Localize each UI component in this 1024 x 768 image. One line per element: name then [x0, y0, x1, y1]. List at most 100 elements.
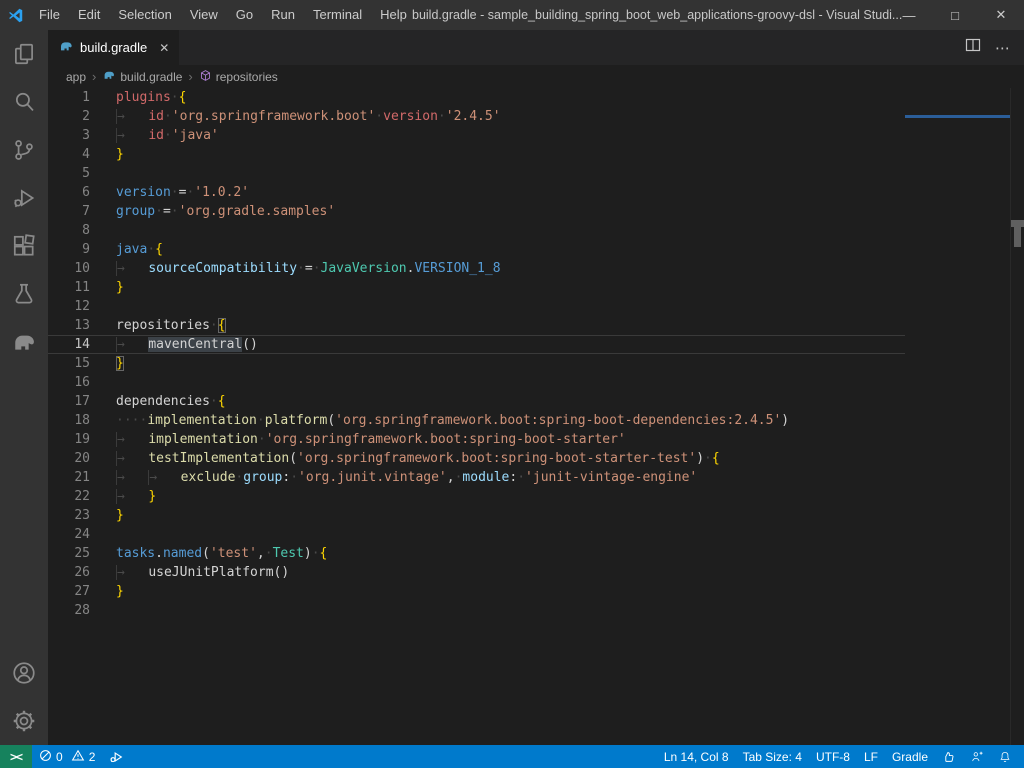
line-number: 22 [48, 487, 90, 506]
code-line[interactable]: 20→ testImplementation('org.springframew… [48, 449, 905, 468]
code-line[interactable]: 5 [48, 164, 905, 183]
problems-indicator[interactable]: 0 2 [32, 745, 102, 768]
code-line[interactable]: 2→ id·'org.springframework.boot'·version… [48, 107, 905, 126]
close-button[interactable]: ✕ [978, 0, 1024, 30]
code-editor[interactable]: 1plugins·{2→ id·'org.springframework.boo… [48, 88, 1024, 745]
split-editor-icon[interactable] [965, 37, 981, 58]
line-number: 21 [48, 468, 90, 487]
indentation-setting[interactable]: Tab Size: 4 [736, 745, 809, 768]
menu-file[interactable]: File [30, 0, 69, 30]
tab-bar: build.gradle ✕ ⋯ [48, 30, 1024, 65]
chevron-right-icon: › [92, 69, 96, 84]
explorer-icon[interactable] [0, 30, 48, 78]
run-and-debug-icon[interactable] [0, 174, 48, 222]
maximize-button[interactable]: □ [932, 0, 978, 30]
language-mode[interactable]: Gradle [885, 745, 935, 768]
remote-indicator[interactable]: >< [0, 745, 32, 768]
code-line[interactable]: 26→ useJUnitPlatform() [48, 563, 905, 582]
line-number: 12 [48, 297, 90, 316]
debug-task-icon[interactable] [102, 745, 131, 768]
code-text: → id·'org.springframework.boot'·version·… [90, 107, 501, 126]
menu-terminal[interactable]: Terminal [304, 0, 371, 30]
line-number: 24 [48, 525, 90, 544]
activity-bar [0, 30, 48, 745]
code-line[interactable]: 27} [48, 582, 905, 601]
code-text: dependencies·{ [90, 392, 226, 411]
code-line[interactable]: 22→ } [48, 487, 905, 506]
code-line[interactable]: 3→ id·'java' [48, 126, 905, 145]
minimize-button[interactable]: — [886, 0, 932, 30]
encoding-setting[interactable]: UTF-8 [809, 745, 857, 768]
menu-edit[interactable]: Edit [69, 0, 109, 30]
overview-ruler[interactable] [1010, 88, 1024, 745]
gradle-icon[interactable] [0, 318, 48, 366]
code-text [90, 373, 116, 392]
code-line[interactable]: 11} [48, 278, 905, 297]
line-number: 15 [48, 354, 90, 373]
code-line[interactable]: 12 [48, 297, 905, 316]
breadcrumb: app › build.gradle › repositories [48, 65, 1024, 88]
breadcrumb-build-gradle[interactable]: build.gradle [102, 68, 182, 85]
feedback-person-icon[interactable] [963, 745, 991, 768]
accounts-icon[interactable] [0, 649, 48, 697]
symbol-cube-icon [199, 69, 212, 85]
line-number: 5 [48, 164, 90, 183]
thumbs-up-icon[interactable] [935, 745, 963, 768]
line-number: 20 [48, 449, 90, 468]
testing-icon[interactable] [0, 270, 48, 318]
code-line[interactable]: 25tasks.named('test',·Test)·{ [48, 544, 905, 563]
code-line[interactable]: 28 [48, 601, 905, 620]
warning-triangle-icon [71, 749, 85, 765]
menu-selection[interactable]: Selection [109, 0, 180, 30]
code-text [90, 601, 116, 620]
code-line[interactable]: 9java·{ [48, 240, 905, 259]
code-line[interactable]: 8 [48, 221, 905, 240]
error-count: 0 [56, 750, 63, 764]
more-actions-icon[interactable]: ⋯ [995, 39, 1010, 57]
extensions-icon[interactable] [0, 222, 48, 270]
code-line[interactable]: 23} [48, 506, 905, 525]
code-line[interactable]: 19→ implementation·'org.springframework.… [48, 430, 905, 449]
code-line[interactable]: 14→ mavenCentral() [48, 335, 905, 354]
line-number: 10 [48, 259, 90, 278]
code-line[interactable]: 1plugins·{ [48, 88, 905, 107]
window-title: build.gradle - sample_building_spring_bo… [412, 0, 902, 30]
line-number: 23 [48, 506, 90, 525]
tab-close-icon[interactable]: ✕ [159, 41, 169, 55]
code-line[interactable]: 6version·=·'1.0.2' [48, 183, 905, 202]
breadcrumb-repositories[interactable]: repositories [199, 69, 278, 85]
code-line[interactable]: 15} [48, 354, 905, 373]
cursor-position[interactable]: Ln 14, Col 8 [657, 745, 736, 768]
code-text: group·=·'org.gradle.samples' [90, 202, 335, 221]
source-control-icon[interactable] [0, 126, 48, 174]
menu-run[interactable]: Run [262, 0, 304, 30]
code-line[interactable]: 7group·=·'org.gradle.samples' [48, 202, 905, 221]
menu-help[interactable]: Help [371, 0, 416, 30]
notifications-bell-icon[interactable] [991, 745, 1024, 768]
tab-build-gradle[interactable]: build.gradle ✕ [48, 30, 179, 65]
code-line[interactable]: 24 [48, 525, 905, 544]
settings-gear-icon[interactable] [0, 697, 48, 745]
chevron-right-icon: › [188, 69, 192, 84]
line-number: 25 [48, 544, 90, 563]
warning-count: 2 [89, 750, 96, 764]
menu-view[interactable]: View [181, 0, 227, 30]
code-line[interactable]: 16 [48, 373, 905, 392]
code-text: } [90, 145, 124, 164]
code-line[interactable]: 18····implementation·platform('org.sprin… [48, 411, 905, 430]
code-text [90, 221, 116, 240]
breadcrumb-app[interactable]: app [66, 70, 86, 84]
code-line[interactable]: 21→ → exclude·group:·'org.junit.vintage'… [48, 468, 905, 487]
code-line[interactable]: 4} [48, 145, 905, 164]
code-area[interactable]: 1plugins·{2→ id·'org.springframework.boo… [48, 88, 905, 620]
search-icon[interactable] [0, 78, 48, 126]
eol-setting[interactable]: LF [857, 745, 885, 768]
menu-go[interactable]: Go [227, 0, 262, 30]
gradle-elephant-icon [58, 38, 74, 57]
code-line[interactable]: 10→ sourceCompatibility·=·JavaVersion.VE… [48, 259, 905, 278]
code-text: java·{ [90, 240, 163, 259]
code-line[interactable]: 13repositories·{ [48, 316, 905, 335]
code-text: → sourceCompatibility·=·JavaVersion.VERS… [90, 259, 501, 278]
minimap[interactable] [905, 88, 1010, 745]
code-line[interactable]: 17dependencies·{ [48, 392, 905, 411]
